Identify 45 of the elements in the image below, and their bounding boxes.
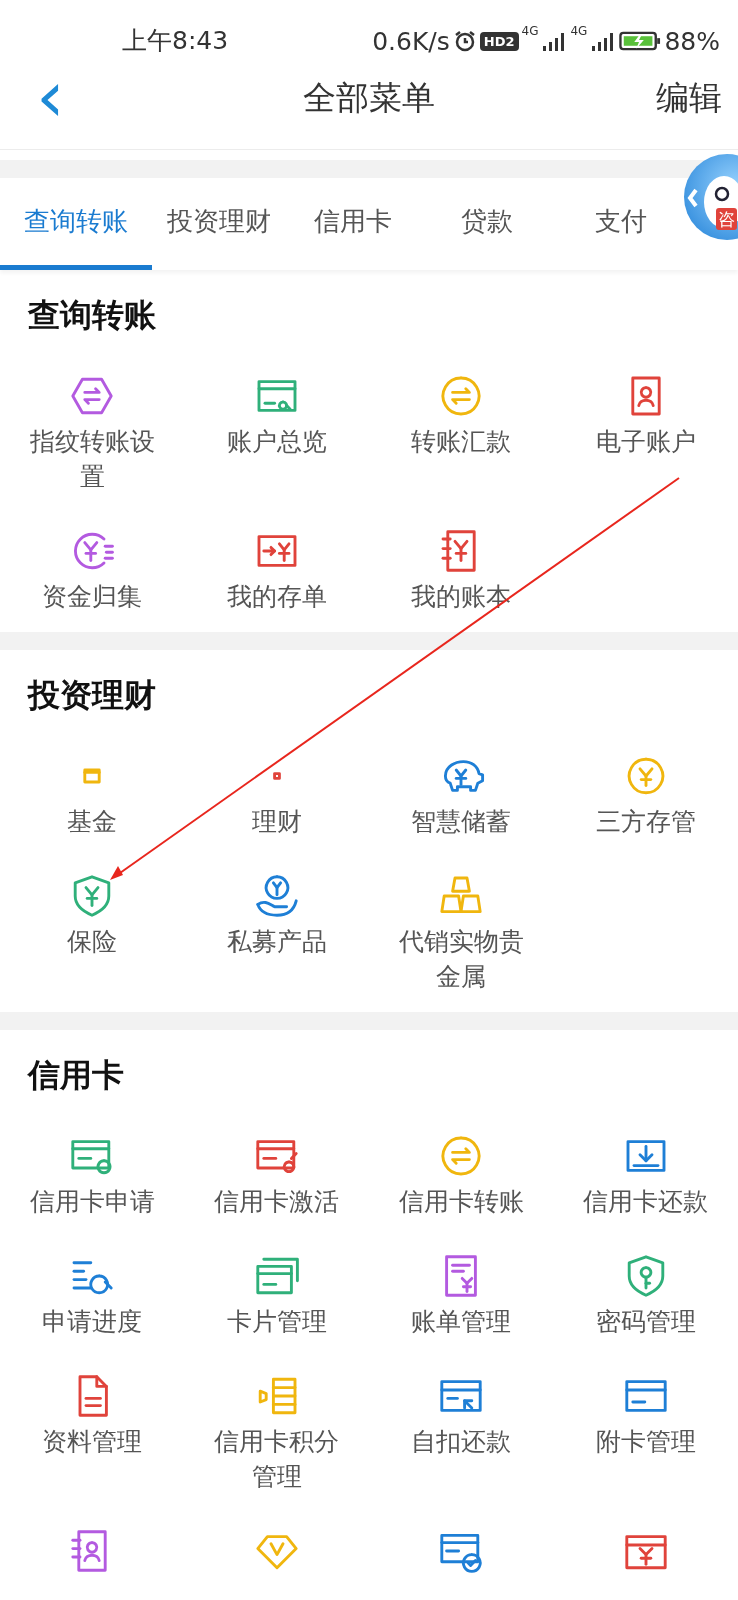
menu-item-label[interactable]: 电子账户	[595, 424, 696, 459]
section-title: 投资理财	[26, 675, 157, 716]
section-title: 信用卡	[26, 1055, 125, 1096]
menu-item-label[interactable]: 卡片管理	[226, 1304, 327, 1339]
assistant-badge: 咨	[716, 208, 737, 230]
status-time: 上午8:43	[122, 25, 229, 57]
network-label: 4G	[570, 24, 588, 38]
menu-item-label[interactable]: 代销实物贵金属	[391, 924, 532, 994]
battery-level: 88%	[664, 26, 720, 56]
menu-item-label[interactable]: 信用卡还款	[583, 1184, 709, 1219]
menu-item-label[interactable]: 申请进度	[42, 1304, 143, 1339]
menu-item-label[interactable]: 信用卡激活	[214, 1184, 340, 1219]
category-tab[interactable]: 贷款	[420, 178, 554, 270]
menu-item-label[interactable]: 指纹转账设置	[22, 424, 163, 494]
menu-item-label[interactable]: 我的存单	[226, 579, 327, 614]
category-tab[interactable]: 信用卡	[286, 178, 420, 270]
menu-item-label[interactable]: 保险	[67, 924, 118, 959]
network-label: 4G	[521, 24, 539, 38]
menu-item-label[interactable]: 私募产品	[226, 924, 327, 959]
menu-item-label[interactable]: 自扣还款	[411, 1424, 512, 1459]
menu-item-label[interactable]: 我的账本	[411, 579, 512, 614]
menu-item-label[interactable]: 智慧储蓄	[411, 804, 512, 839]
back-button[interactable]: ‹	[26, 74, 75, 118]
menu-item-label[interactable]: 三方存管	[595, 804, 696, 839]
menu-item-label[interactable]: 信用卡申请	[29, 1184, 155, 1219]
menu-item-label[interactable]: 密码管理	[595, 1304, 696, 1339]
section-title: 查询转账	[27, 295, 157, 336]
menu-item-label[interactable]: 账户总览	[226, 424, 327, 459]
menu-item-label[interactable]: 基金	[67, 804, 118, 839]
menu-item-label[interactable]: 资料管理	[42, 1424, 143, 1459]
menu-item-label[interactable]: 转账汇款	[411, 424, 512, 459]
assistant-button[interactable]: 咨	[684, 154, 738, 240]
menu-item-label[interactable]: 信用卡转账	[398, 1184, 524, 1219]
menu-item-label[interactable]: 理财	[251, 804, 302, 839]
menu-item-label[interactable]: 资金归集	[42, 579, 143, 614]
edit-button[interactable]: 编辑	[656, 74, 722, 122]
network-speed: 0.6K/s	[372, 26, 450, 56]
battery-icon	[619, 30, 662, 52]
menu-item-label[interactable]: 附卡管理	[595, 1424, 696, 1459]
hd-badge: HD2	[479, 31, 519, 51]
page-title: 全部菜单	[303, 77, 435, 119]
menu-item-label[interactable]: 账单管理	[411, 1304, 512, 1339]
category-tab[interactable]: 投资理财	[152, 178, 286, 270]
menu-item-label[interactable]: 信用卡积分管理	[206, 1424, 347, 1494]
category-tab[interactable]: 查询转账	[0, 178, 152, 270]
